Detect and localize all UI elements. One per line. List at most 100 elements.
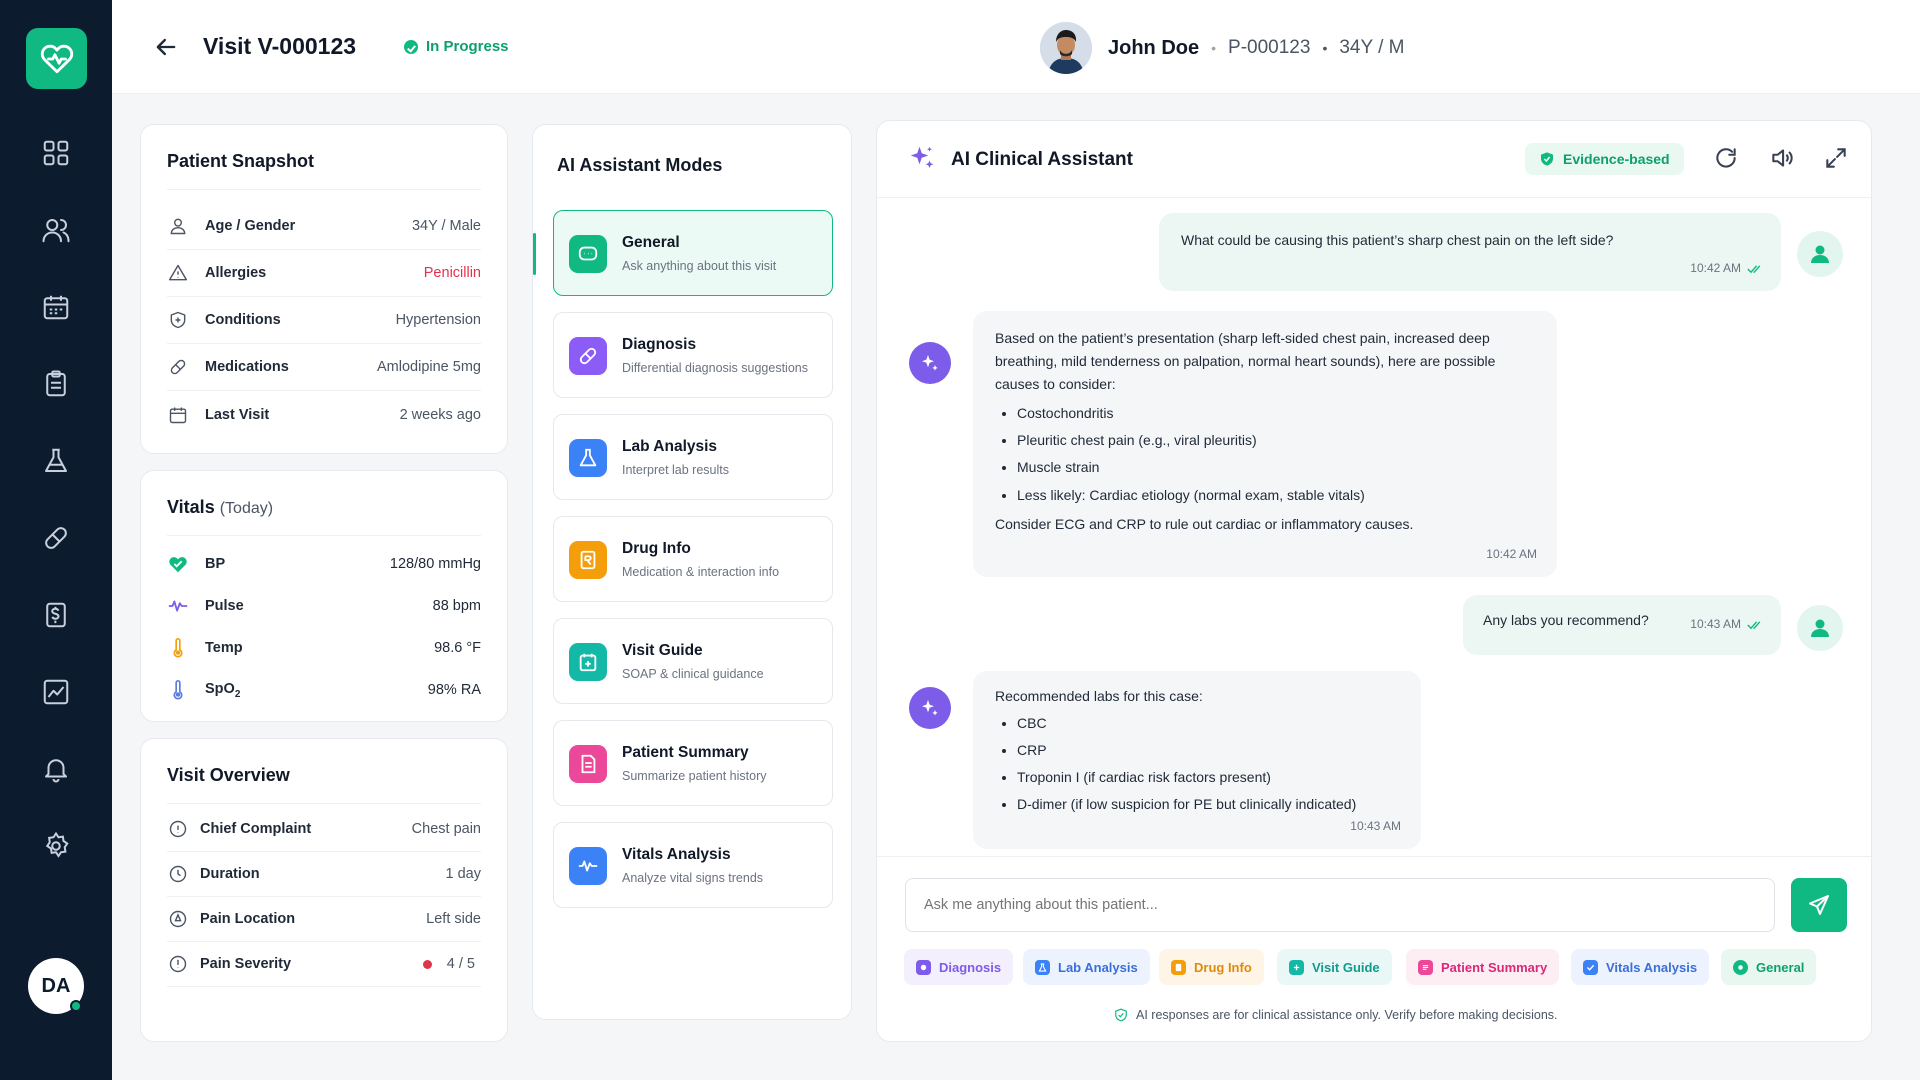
mode-diagnosis[interactable]: Diagnosis Differential diagnosis suggest… [553, 312, 833, 398]
shield-check-icon [1541, 152, 1553, 166]
billing-icon[interactable] [38, 597, 74, 633]
ai-message: Recommended labs for this case: CBC CRP … [973, 671, 1421, 849]
severity-dot [422, 959, 432, 969]
heart-pulse-logo-icon[interactable] [26, 28, 87, 89]
list-item: Less likely: Cardiac etiology (normal ex… [1017, 484, 1535, 507]
pill-icon [167, 356, 189, 378]
message-time: 10:42 AM [1486, 547, 1537, 562]
evidence-based-badge: Evidence-based [1525, 143, 1684, 175]
assistant-title: AI Clinical Assistant [951, 149, 1133, 170]
ai-message: Based on the patient’s presentation (sha… [973, 311, 1557, 577]
list-item: CRP [1017, 739, 1399, 762]
mode-general[interactable]: General Ask anything about this visit [553, 210, 833, 296]
row-value: 1 day [445, 866, 481, 882]
mode-lab-analysis[interactable]: Lab Analysis Interpret lab results [553, 414, 833, 500]
pill-icon[interactable] [38, 520, 74, 556]
mode-subtitle: Interpret lab results [622, 463, 729, 477]
chip-visit-guide[interactable]: Visit Guide [1277, 949, 1392, 985]
mode-patient-summary[interactable]: Patient Summary Summarize patient histor… [553, 720, 833, 806]
refresh-icon[interactable] [1713, 145, 1739, 171]
online-status-dot [70, 1000, 82, 1012]
lab-list: CBC CRP Troponin I (if cardiac risk fact… [1017, 712, 1399, 816]
snapshot-row-medications: Medications Amlodipine 5mg [167, 344, 481, 391]
cause-list: Costochondritis Pleuritic chest pain (e.… [1017, 402, 1535, 506]
patient-header[interactable]: John Doe • P-000123 • 34Y / M [1040, 22, 1404, 74]
speaker-icon[interactable] [1769, 145, 1795, 171]
medical-calendar-icon [569, 643, 607, 681]
card-title: Patient Snapshot [167, 151, 315, 171]
list-item: Troponin I (if cardiac risk factors pres… [1017, 766, 1399, 789]
mode-title: General [622, 234, 680, 251]
patient-avatar [1040, 22, 1092, 74]
chip-label: Drug Info [1194, 959, 1252, 975]
double-check-icon [1747, 265, 1761, 274]
row-label: Allergies [205, 265, 267, 281]
bell-icon[interactable] [38, 751, 74, 787]
location-pin-icon [167, 908, 189, 930]
chat-icon [1733, 959, 1748, 975]
chip-drug-info[interactable]: Drug Info [1159, 949, 1264, 985]
row-value: 98% RA [427, 682, 481, 698]
chip-label: Visit Guide [1312, 959, 1380, 975]
ai-modes-card: AI Assistant Modes General Ask anything … [532, 124, 852, 1020]
mode-subtitle: Analyze vital signs trends [622, 871, 764, 885]
alert-circle-icon [167, 953, 189, 975]
patients-icon[interactable] [38, 212, 74, 248]
mode-title: Vitals Analysis [622, 846, 731, 863]
droplet-thermometer-icon [167, 679, 189, 701]
row-value: 4 / 5 [446, 956, 475, 972]
back-arrow-icon[interactable] [152, 33, 180, 61]
chip-general[interactable]: General [1721, 949, 1817, 985]
lab-flask-icon [569, 439, 607, 477]
row-label: Last Visit [205, 406, 270, 423]
sidebar: DA [0, 0, 112, 1080]
message-time: 10:43 AM [1690, 617, 1741, 631]
pulse-wave-icon [167, 595, 189, 617]
mode-visit-guide[interactable]: Visit Guide SOAP & clinical guidance [553, 618, 833, 704]
prescription-icon [569, 541, 607, 579]
overview-row-pain-severity: Pain Severity 4 / 5 [167, 942, 481, 987]
clipboard-icon[interactable] [38, 366, 74, 402]
user-avatar[interactable]: DA [28, 958, 84, 1014]
guide-icon [1289, 959, 1304, 975]
chat-input[interactable] [905, 878, 1775, 932]
calendar-icon[interactable] [38, 289, 74, 325]
analytics-icon[interactable] [38, 674, 74, 710]
ai-avatar-icon [909, 687, 951, 729]
thermometer-icon [167, 637, 189, 659]
card-title: AI Assistant Modes [557, 155, 723, 175]
user-avatar-icon [1797, 231, 1843, 277]
lab-flask-icon[interactable] [38, 443, 74, 479]
patient-age-sex: 34Y / M [1339, 37, 1405, 58]
row-label: Conditions [205, 312, 281, 328]
user-initials: DA [41, 974, 71, 997]
separator-dot: • [1211, 40, 1217, 56]
row-value: 88 bpm [432, 598, 481, 614]
snapshot-row-conditions: Conditions Hypertension [167, 297, 481, 344]
send-button[interactable] [1791, 878, 1847, 932]
list-item: Muscle strain [1017, 456, 1535, 479]
row-label: SpO [205, 680, 235, 697]
warning-icon [167, 262, 189, 284]
document-icon [569, 745, 607, 783]
vitals-row-spo2: SpO2 98% RA [167, 669, 481, 711]
mode-drug-info[interactable]: Drug Info Medication & interaction info [553, 516, 833, 602]
snapshot-row-allergies: Allergies Penicillin [167, 250, 481, 297]
message-outro: Consider ECG and CRP to rule out cardiac… [995, 515, 1414, 532]
mode-vitals-analysis[interactable]: Vitals Analysis Analyze vital signs tren… [553, 822, 833, 908]
active-indicator [533, 233, 536, 275]
message-time: 10:42 AM [1690, 261, 1741, 276]
vitals-row-temp: Temp 98.6 °F [167, 627, 481, 669]
settings-icon[interactable] [38, 828, 74, 864]
dashboard-icon[interactable] [38, 135, 74, 171]
disclaimer-text: AI responses are for clinical assistance… [1136, 1008, 1558, 1022]
message-intro: Recommended labs for this case: [995, 688, 1203, 704]
row-label: BP [205, 556, 226, 572]
chip-vitals-analysis[interactable]: Vitals Analysis [1571, 949, 1710, 985]
chip-lab-analysis[interactable]: Lab Analysis [1023, 949, 1150, 985]
row-value: Amlodipine 5mg [377, 359, 481, 375]
drug-icon [1171, 959, 1186, 975]
expand-icon[interactable] [1823, 145, 1849, 171]
chip-patient-summary[interactable]: Patient Summary [1406, 949, 1560, 985]
chip-diagnosis[interactable]: Diagnosis [904, 949, 1014, 985]
